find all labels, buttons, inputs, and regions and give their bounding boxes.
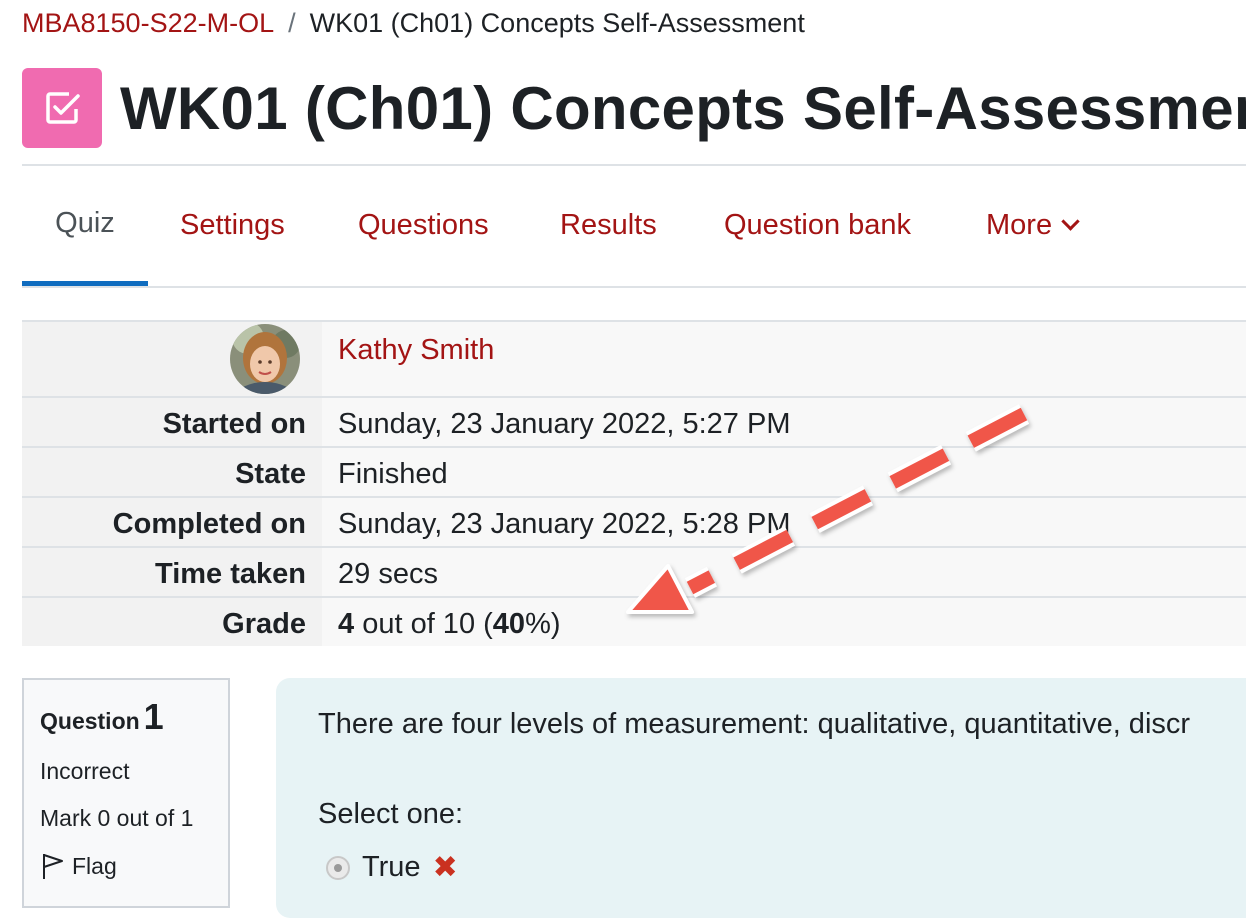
incorrect-icon: ✖	[432, 851, 458, 884]
question-status: Incorrect	[40, 758, 130, 784]
answer-label: True	[362, 851, 421, 883]
summary-row-started: Started on Sunday, 23 January 2022, 5:27…	[22, 398, 1246, 448]
question-number: Question 1	[40, 696, 212, 738]
time-value: 29 secs	[322, 548, 1246, 596]
tab-questions[interactable]: Questions	[358, 166, 489, 284]
answer-option-true[interactable]: True ✖	[326, 850, 458, 885]
breadcrumb: MBA8150-S22-M-OL / WK01 (Ch01) Concepts Se…	[22, 8, 805, 39]
breadcrumb-current: WK01 (Ch01) Concepts Self-Assessment	[309, 8, 805, 38]
grade-end: %)	[525, 608, 561, 640]
tab-quiz[interactable]: Quiz	[22, 166, 148, 286]
summary-row-user: Kathy Smith	[22, 322, 1246, 398]
grade-score: 4	[338, 608, 355, 640]
completed-label: Completed on	[22, 498, 322, 546]
question-content: There are four levels of measurement: qu…	[276, 678, 1246, 918]
summary-row-time: Time taken 29 secs	[22, 548, 1246, 598]
started-label: Started on	[22, 398, 322, 446]
tab-results[interactable]: Results	[560, 166, 657, 284]
summary-row-grade: Grade 4 out of 10 (40%)	[22, 598, 1246, 646]
completed-value: Sunday, 23 January 2022, 5:28 PM	[322, 498, 1246, 546]
chevron-down-icon	[1061, 211, 1080, 231]
flag-icon	[43, 854, 63, 879]
grade-value: 4 out of 10 (40%)	[322, 598, 1246, 646]
grade-label: Grade	[22, 598, 322, 646]
attempt-summary-table: Kathy Smith Started on Sunday, 23 Januar…	[22, 320, 1246, 646]
tab-more[interactable]: More	[986, 166, 1080, 284]
page-title: WK01 (Ch01) Concepts Self-Assessmen	[120, 74, 1246, 142]
secondary-navigation: Quiz Settings Questions Results Question…	[22, 166, 1246, 288]
user-name-link[interactable]: Kathy Smith	[338, 334, 494, 366]
tab-more-label: More	[986, 208, 1053, 241]
avatar[interactable]	[230, 324, 300, 394]
summary-row-state: State Finished	[22, 448, 1246, 498]
state-label: State	[22, 448, 322, 496]
question-mark: Mark 0 out of 1	[40, 805, 194, 831]
time-label: Time taken	[22, 548, 322, 596]
question-number-value: 1	[143, 696, 164, 737]
question-label: Question	[40, 708, 140, 734]
started-value: Sunday, 23 January 2022, 5:27 PM	[322, 398, 1246, 446]
radio-button[interactable]	[326, 855, 350, 880]
tab-question-bank[interactable]: Question bank	[724, 166, 911, 284]
select-one-prompt: Select one:	[318, 798, 464, 830]
page-header: WK01 (Ch01) Concepts Self-Assessmen	[22, 68, 1246, 148]
breadcrumb-separator: /	[288, 8, 296, 38]
flag-label: Flag	[72, 852, 117, 879]
state-value: Finished	[322, 448, 1246, 496]
question-info: Question 1 Incorrect Mark 0 out of 1 Flag	[22, 678, 230, 908]
question-text: There are four levels of measurement: qu…	[318, 708, 1191, 740]
breadcrumb-course-link[interactable]: MBA8150-S22-M-OL	[22, 8, 274, 38]
flag-question-button[interactable]: Flag	[40, 852, 212, 880]
grade-middle: out of 10 (	[354, 608, 493, 640]
summary-row-completed: Completed on Sunday, 23 January 2022, 5:…	[22, 498, 1246, 548]
grade-percent: 40	[492, 608, 526, 640]
quiz-checkbox-icon	[22, 68, 102, 148]
tab-settings[interactable]: Settings	[180, 166, 285, 284]
